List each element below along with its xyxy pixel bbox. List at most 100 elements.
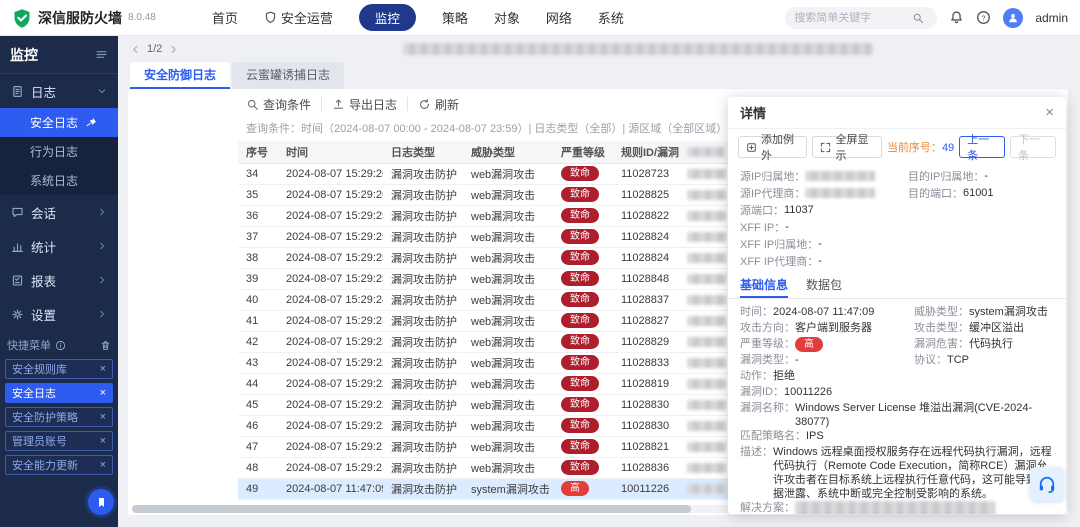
table-cell: 11028848 — [613, 268, 679, 290]
quick-menu-item[interactable]: 安全规则库 × — [5, 359, 113, 379]
collapse-menu-icon[interactable] — [95, 48, 108, 61]
close-icon[interactable]: × — [1045, 105, 1054, 120]
support-fab[interactable] — [1030, 467, 1064, 501]
column-header[interactable]: 威胁类型 — [463, 141, 553, 164]
close-icon[interactable]: × — [100, 363, 106, 375]
close-icon[interactable]: × — [100, 459, 106, 471]
detail-tab[interactable]: 数据包 — [806, 273, 842, 298]
next-button[interactable]: 下一条 — [1010, 134, 1056, 162]
sidebar-group[interactable]: 会话 — [0, 195, 118, 229]
topnav-item[interactable]: 系统 — [598, 8, 624, 27]
topnav-item[interactable]: 首页 — [212, 8, 238, 27]
search-input[interactable] — [794, 11, 907, 24]
table-cell: 11028822 — [613, 205, 679, 227]
table-cell — [679, 457, 727, 479]
sidebar-item[interactable]: 行为日志 — [0, 137, 118, 166]
sidebar-group[interactable]: 设置 — [0, 297, 118, 331]
table-cell: 2024-08-07 11:47:09 — [278, 478, 383, 500]
global-search[interactable] — [785, 6, 938, 29]
search-icon[interactable] — [912, 12, 924, 24]
chevron-right-icon[interactable] — [168, 44, 179, 55]
close-icon[interactable]: × — [100, 387, 106, 399]
table-cell: 35 — [238, 184, 278, 206]
topnav-item[interactable]: 对象 — [494, 8, 520, 27]
bookmark-fab[interactable] — [88, 489, 114, 515]
table-cell — [679, 184, 727, 206]
table-cell — [679, 373, 727, 395]
redacted-text — [795, 501, 995, 514]
topnav-item[interactable]: 监控 — [358, 4, 416, 31]
table-cell: 49 — [238, 478, 278, 500]
table-cell — [679, 163, 727, 185]
field-label: 漏洞ID — [740, 385, 784, 400]
table-cell: web漏洞攻击 — [463, 310, 553, 332]
table-cell: 11028825 — [613, 184, 679, 206]
topnav-item[interactable]: 网络 — [546, 8, 572, 27]
toolbar-button-label: 刷新 — [435, 97, 460, 112]
fullscreen-button[interactable]: 全屏显示 — [812, 134, 882, 162]
sidebar-item[interactable]: 安全日志 — [0, 108, 118, 137]
detail-tab[interactable]: 基础信息 — [740, 273, 789, 298]
topnav-item-label: 策略 — [441, 11, 468, 26]
log-tab[interactable]: 安全防御日志 — [130, 62, 231, 89]
table-cell: web漏洞攻击 — [463, 247, 553, 269]
column-header[interactable]: 序号 — [238, 141, 278, 164]
avatar[interactable] — [1003, 7, 1024, 28]
table-cell: web漏洞攻击 — [463, 226, 553, 248]
table-cell: 漏洞攻击防护 — [383, 163, 463, 185]
trash-icon[interactable] — [100, 340, 111, 351]
field-value: - — [795, 354, 799, 366]
toolbar-button[interactable]: 导出日志 — [332, 96, 397, 113]
main-nav: 首页 安全运营 监控 策略 对象 网络 系统 — [212, 4, 624, 31]
detail-title: 详情 — [740, 106, 767, 121]
sidebar-item[interactable]: 系统日志 — [0, 166, 118, 195]
column-header[interactable]: 规则ID/漏洞ID — [613, 141, 679, 164]
field-value: 11037 — [784, 203, 814, 216]
redacted-text — [687, 210, 727, 221]
topnav-item[interactable]: 策略 — [442, 8, 468, 27]
column-header[interactable]: 日志类型 — [383, 141, 463, 164]
quick-menu-item[interactable]: 安全日志 × — [5, 383, 113, 403]
table-cell: 37 — [238, 226, 278, 248]
toolbar-button[interactable]: 刷新 — [418, 96, 459, 113]
sidebar-group-label: 日志 — [31, 85, 57, 100]
sidebar-group[interactable]: 报表 — [0, 263, 118, 297]
scrollbar-thumb[interactable] — [132, 505, 692, 513]
table-cell: 48 — [238, 457, 278, 479]
quick-menu-item[interactable]: 管理员账号 × — [5, 431, 113, 451]
toolbar-button[interactable]: 查询条件 — [246, 96, 311, 113]
help-icon[interactable]: ? — [976, 10, 991, 25]
sidebar-group[interactable]: 统计 — [0, 229, 118, 263]
add-exception-label: 添加例外 — [761, 134, 794, 162]
table-cell: 2024-08-07 15:29:24 — [278, 289, 383, 311]
bell-icon[interactable] — [949, 10, 964, 25]
table-cell: 2024-08-07 15:29:26 — [278, 184, 383, 206]
column-header[interactable]: 时间 — [278, 141, 383, 164]
table-cell: 致命 — [553, 352, 613, 374]
current-index-value: 49 — [941, 142, 955, 154]
severity-badge: 致命 — [561, 397, 599, 412]
quick-menu-item[interactable]: 安全防护策略 × — [5, 407, 113, 427]
severity-badge: 高 — [561, 481, 589, 496]
add-exception-button[interactable]: 添加例外 — [738, 134, 808, 162]
chevron-left-icon[interactable] — [130, 44, 141, 55]
field-label: 攻击类型 — [914, 321, 969, 336]
username[interactable]: admin — [1035, 11, 1068, 25]
close-icon[interactable]: × — [100, 435, 106, 447]
topnav-item-label: 网络 — [545, 11, 572, 26]
column-header[interactable]: 严重等级 — [553, 141, 613, 164]
table-cell: 致命 — [553, 394, 613, 416]
field-label: 协议 — [914, 353, 947, 368]
table-cell: 11028833 — [613, 352, 679, 374]
quick-menu-title: 快捷菜单 — [7, 340, 51, 352]
detail-field: 源端口11037 — [740, 201, 908, 218]
sidebar-group[interactable]: 日志 — [0, 74, 118, 108]
column-header[interactable] — [679, 141, 727, 164]
severity-badge: 致命 — [561, 250, 599, 265]
field-label: 漏洞类型 — [740, 353, 795, 368]
close-icon[interactable]: × — [100, 411, 106, 423]
log-tab[interactable]: 云蜜罐诱捕日志 — [232, 62, 345, 89]
quick-menu-item[interactable]: 安全能力更新 × — [5, 455, 113, 475]
prev-button[interactable]: 上一条 — [959, 134, 1006, 162]
topnav-item[interactable]: 安全运营 — [264, 8, 333, 27]
